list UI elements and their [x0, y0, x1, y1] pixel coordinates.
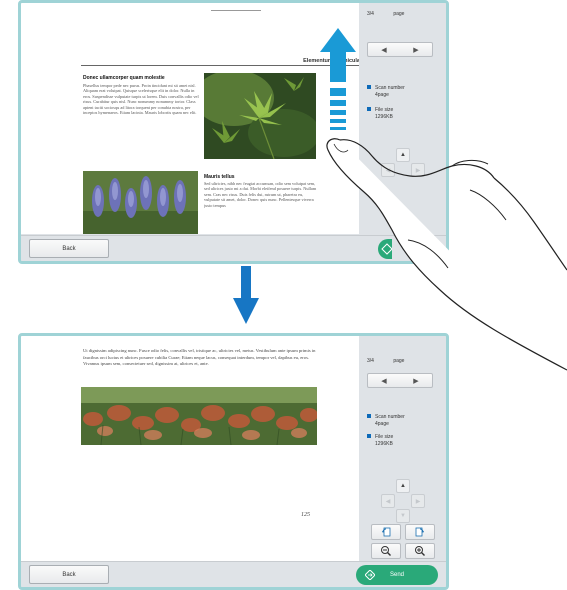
zoom-out-button[interactable]: [371, 543, 401, 559]
bottom-bar: Back Send: [21, 561, 446, 587]
scan-number-value: 4page: [375, 420, 389, 427]
page-index: 3/4: [367, 358, 374, 364]
zoom-in-button[interactable]: [405, 543, 435, 559]
right-icon: ▶: [415, 498, 421, 505]
header-rule: [211, 10, 261, 11]
up-icon: ▲: [400, 483, 406, 489]
document-preview[interactable]: Ut dignissim adipiscing nunc. Fusce odio…: [21, 336, 362, 564]
page-nav: ◀ ▶: [367, 373, 433, 388]
flowers-photo: [83, 171, 198, 234]
scan-number-label: Scan number: [375, 414, 405, 420]
scroll-pad: ▲ ◀ ▶ ▼: [381, 479, 425, 523]
file-size-info: File size 1296KB: [367, 434, 393, 447]
side-panel: 3/4 page ◀ ▶ Scan number 4page File size…: [359, 336, 446, 564]
page-label: page: [393, 11, 405, 17]
zoom-in-icon: [415, 546, 425, 556]
page-body-text: Ut dignissim adipiscing nunc. Fusce odio…: [83, 348, 316, 367]
bottom-screen: Ut dignissim adipiscing nunc. Fusce odio…: [18, 333, 449, 590]
file-size-info: File size 1296KB: [367, 107, 393, 120]
bullet-icon: [367, 107, 371, 111]
article-body: Sed ultricies, nibh nec feugiat accumsan…: [204, 181, 317, 208]
scroll-left-button[interactable]: ◀: [381, 494, 395, 508]
rotate-right-button[interactable]: [405, 524, 435, 540]
file-size-value: 1296KB: [375, 440, 393, 447]
page-number: 125: [301, 512, 310, 518]
bullet-icon: [367, 414, 371, 418]
file-size-label: File size: [375, 434, 394, 440]
bullet-icon: [367, 434, 371, 438]
next-icon: ▶: [413, 46, 419, 54]
next-page-button[interactable]: ▶: [400, 374, 432, 387]
document-preview[interactable]: Elementum ut ehicula Donec ullamcorper q…: [21, 3, 362, 234]
prev-icon: ◀: [381, 46, 387, 54]
red-flowers-photo: [81, 387, 317, 445]
article-heading: Mauris tellus: [204, 174, 235, 180]
scroll-up-button[interactable]: ▲: [396, 479, 410, 493]
down-icon: ▼: [400, 513, 406, 519]
leaves-photo: [204, 73, 316, 159]
scroll-down-button[interactable]: ▼: [396, 509, 410, 523]
back-button[interactable]: Back: [29, 239, 109, 258]
scan-number-value: 4page: [375, 91, 389, 98]
bullet-icon: [367, 85, 371, 89]
send-button[interactable]: Send: [356, 565, 438, 585]
page-nav: ◀ ▶: [367, 42, 433, 57]
next-icon: ▶: [413, 377, 419, 385]
page-indicator: 3/4 page: [367, 11, 404, 17]
send-label: Send: [389, 572, 404, 578]
scan-number-info: Scan number 4page: [367, 85, 405, 98]
prev-page-button[interactable]: ◀: [368, 374, 400, 387]
article-body: Phasellus tempor pede nec purus. Proin t…: [83, 83, 199, 116]
rotate-left-button[interactable]: [371, 524, 401, 540]
file-size-value: 1296KB: [375, 113, 393, 120]
page-label: page: [393, 358, 405, 364]
scan-number-label: Scan number: [375, 85, 405, 91]
scroll-right-button[interactable]: ▶: [411, 494, 425, 508]
back-button[interactable]: Back: [29, 565, 109, 584]
left-icon: ◀: [385, 498, 391, 505]
scan-number-info: Scan number 4page: [367, 414, 405, 427]
transition-arrow-icon: [233, 266, 259, 324]
next-page-button[interactable]: ▶: [400, 43, 432, 56]
zoom-out-icon: [381, 546, 391, 556]
prev-page-button[interactable]: ◀: [368, 43, 400, 56]
page-indicator: 3/4 page: [367, 358, 404, 364]
send-diamond-icon: [365, 570, 375, 580]
article-heading: Donec ullamcorper quam molestie: [83, 75, 165, 81]
rotate-right-icon: [415, 527, 424, 537]
prev-icon: ◀: [381, 377, 387, 385]
page-index: 3/4: [367, 11, 374, 17]
rotate-left-icon: [382, 527, 391, 537]
file-size-label: File size: [375, 107, 394, 113]
